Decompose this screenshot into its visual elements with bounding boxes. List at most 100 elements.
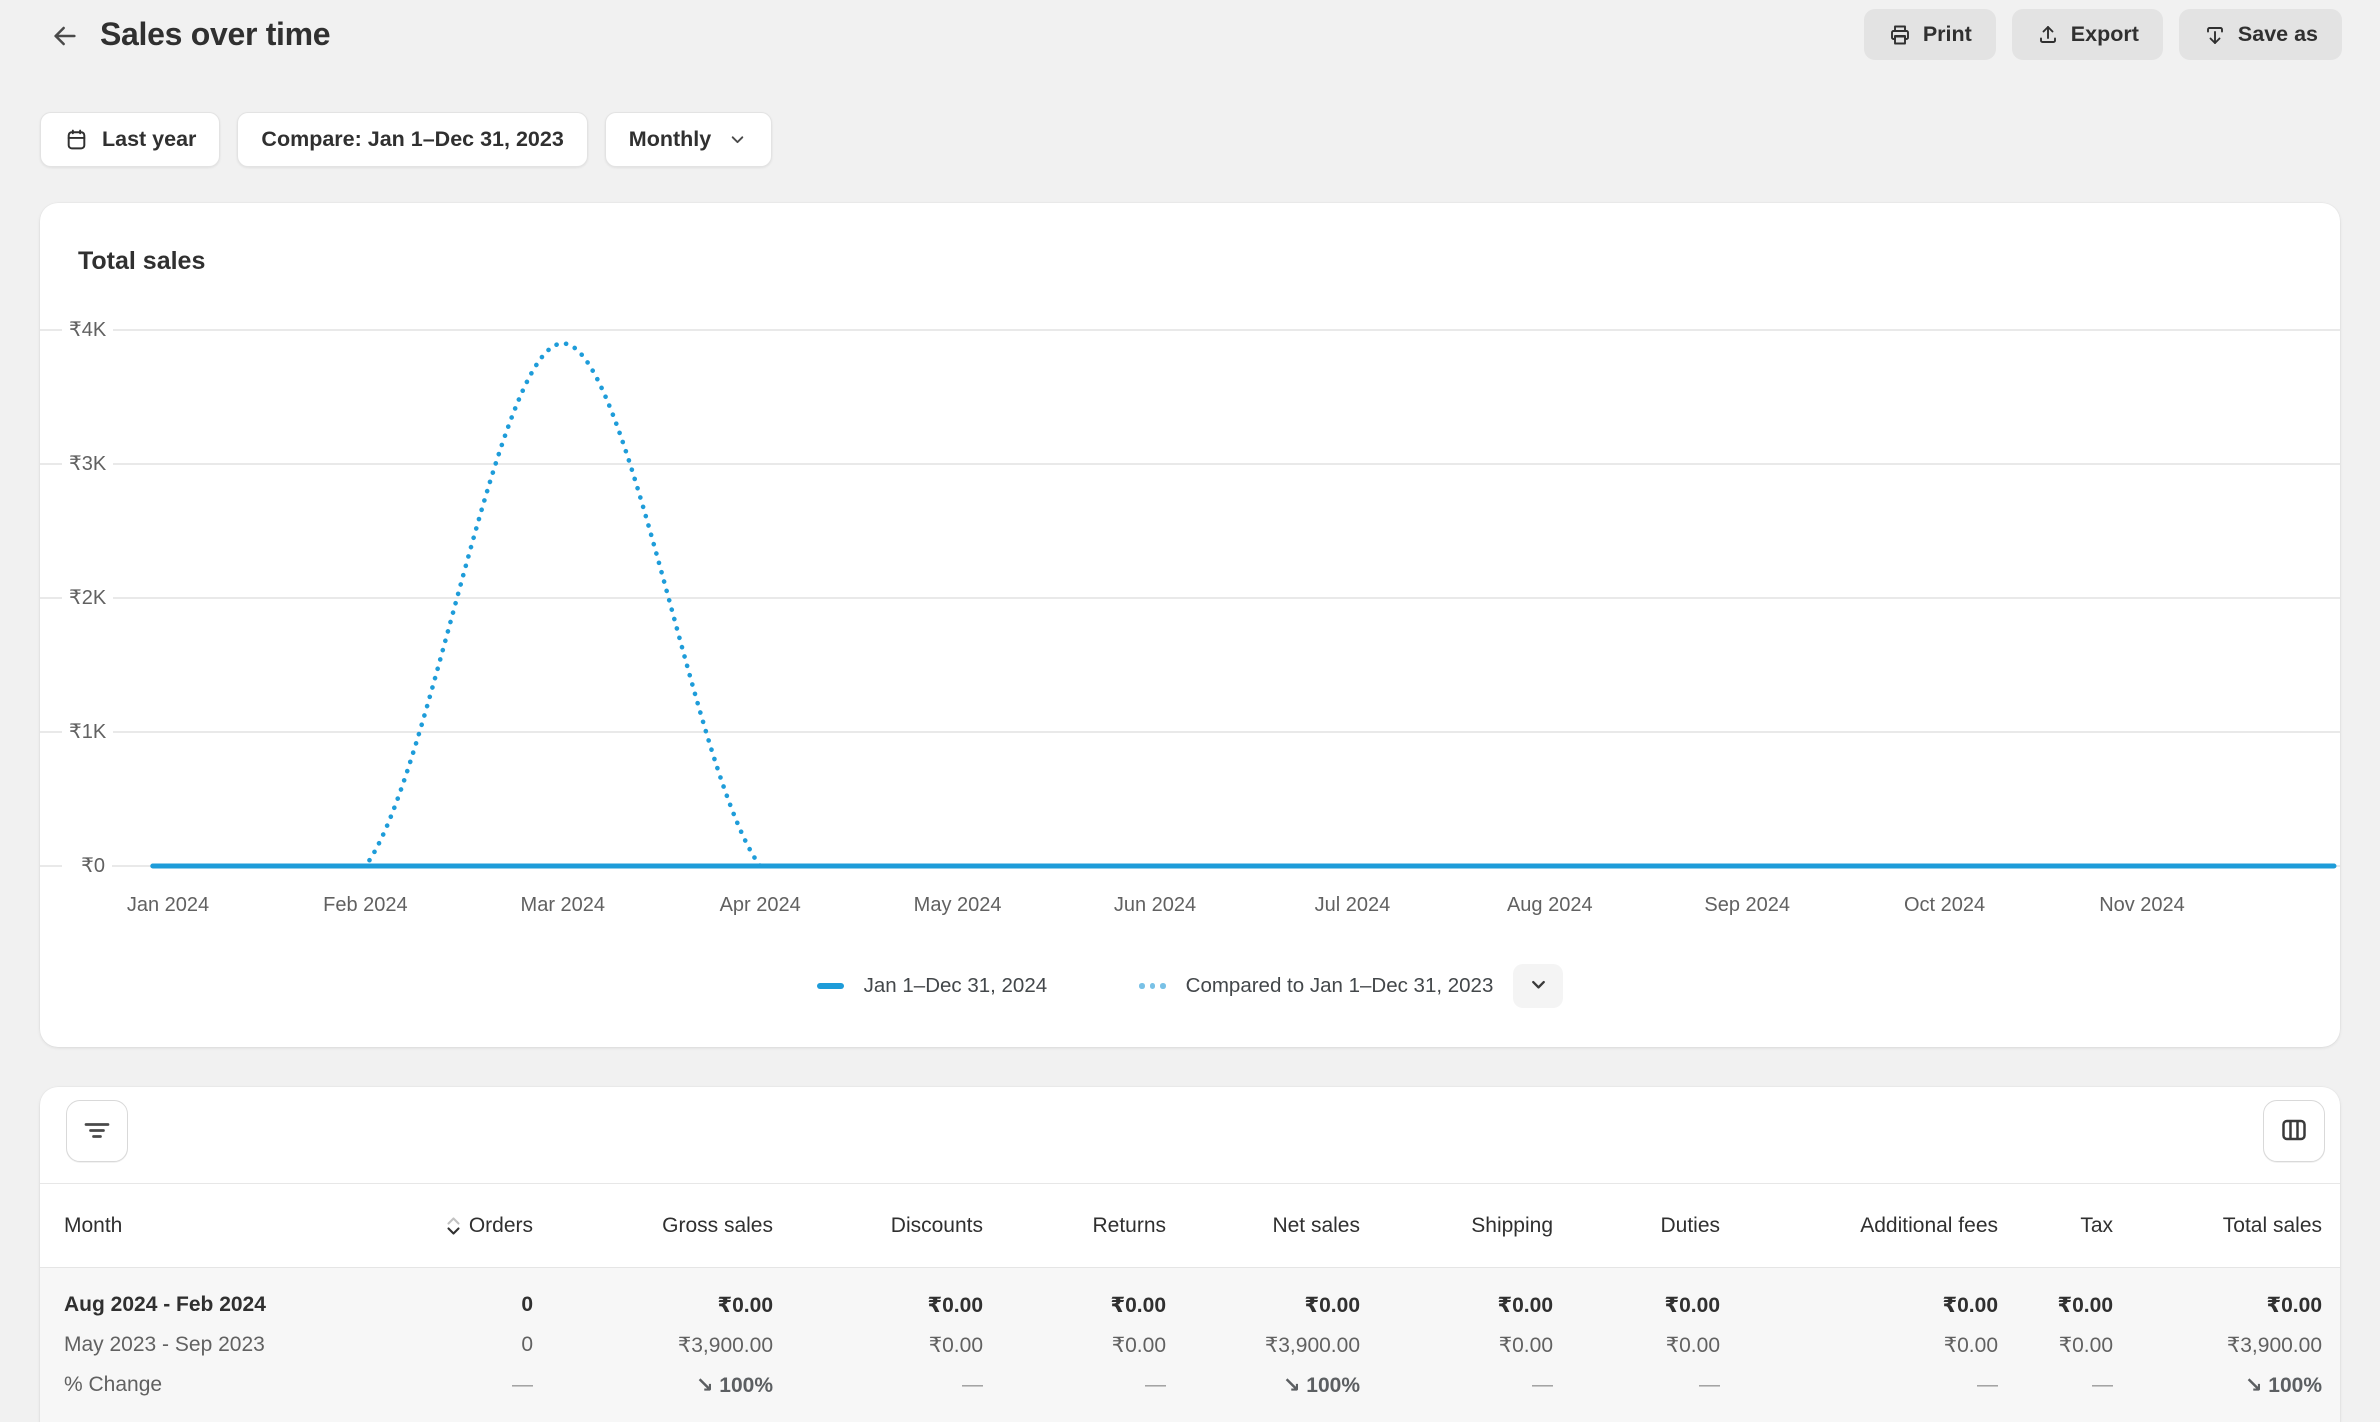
export-icon	[2036, 23, 2060, 47]
value-cell: ₹0.00	[983, 1293, 1166, 1318]
row-label-cell: May 2023 - Sep 2023	[40, 1333, 400, 1357]
column-header-tax[interactable]: Tax	[1998, 1214, 2113, 1238]
sales-breakdown-table-card: Month Orders Gross sales Discounts Returns Ne…	[40, 1087, 2340, 1422]
save-as-button-label: Save as	[2238, 22, 2318, 47]
value-cell: ₹0.00	[773, 1293, 983, 1318]
print-button-label: Print	[1923, 22, 1972, 47]
compare-chip[interactable]: Compare: Jan 1–Dec 31, 2023	[237, 112, 587, 167]
filter-button[interactable]	[66, 1100, 128, 1162]
column-header-returns[interactable]: Returns	[983, 1214, 1166, 1238]
column-header-additional-fees[interactable]: Additional fees	[1720, 1214, 1998, 1238]
column-header-label: Duties	[1660, 1214, 1720, 1238]
value-cell: ₹3,900.00	[1166, 1333, 1360, 1358]
value-cell: —	[1360, 1373, 1553, 1397]
granularity-label: Monthly	[629, 127, 711, 152]
column-header-gross-sales[interactable]: Gross sales	[533, 1214, 773, 1238]
chart-canvas	[40, 203, 2340, 1047]
value-cell: —	[1720, 1373, 1998, 1397]
column-header-label: Month	[64, 1214, 122, 1238]
column-header-label: Orders	[469, 1214, 533, 1238]
column-header-label: Returns	[1092, 1214, 1166, 1238]
value-cell: ↘ 100%	[2113, 1373, 2322, 1398]
legend-item-current: Jan 1–Dec 31, 2024	[817, 974, 1048, 998]
value-cell: ₹0.00	[1166, 1293, 1360, 1318]
filter-bar: Last year Compare: Jan 1–Dec 31, 2023 Mo…	[40, 112, 772, 167]
column-header-duties[interactable]: Duties	[1553, 1214, 1720, 1238]
value-cell: ₹0.00	[1998, 1293, 2113, 1318]
comparison-period-line	[153, 343, 2334, 866]
table-row-aug-2024-feb-2024: Aug 2024 - Feb 20240₹0.00₹0.00₹0.00₹0.00…	[40, 1285, 2340, 1325]
value-cell: 0	[400, 1333, 533, 1357]
sales-over-time-report: Sales over time Print Export Save as	[0, 0, 2380, 1422]
value-cell: ₹0.00	[1720, 1333, 1998, 1358]
row-label-cell: Aug 2024 - Feb 2024	[40, 1293, 400, 1317]
arrow-left-icon	[49, 20, 81, 55]
column-header-orders[interactable]: Orders	[400, 1214, 533, 1238]
column-header-label: Additional fees	[1860, 1214, 1998, 1238]
value-cell: ₹0.00	[1720, 1293, 1998, 1318]
total-sales-chart-card: Total sales ₹4K₹3K₹2K₹1K₹0Jan 2024Feb 20…	[40, 203, 2340, 1047]
value-cell: ↘ 100%	[1166, 1373, 1360, 1398]
column-header-label: Gross sales	[662, 1214, 773, 1238]
column-header-label: Shipping	[1471, 1214, 1553, 1238]
value-cell: ↘ 100%	[533, 1373, 773, 1398]
legend-compare-label: Compared to Jan 1–Dec 31, 2023	[1186, 974, 1494, 998]
column-header-net-sales[interactable]: Net sales	[1166, 1214, 1360, 1238]
chevron-down-icon	[1527, 973, 1550, 999]
table-header-row: Month Orders Gross sales Discounts Returns Ne…	[40, 1184, 2340, 1268]
value-cell: ₹0.00	[1998, 1333, 2113, 1358]
value-cell: ₹0.00	[983, 1333, 1166, 1358]
edit-columns-button[interactable]	[2263, 1100, 2325, 1162]
export-button[interactable]: Export	[2012, 9, 2163, 60]
value-cell: —	[1998, 1373, 2113, 1397]
value-cell: ₹0.00	[1360, 1333, 1553, 1358]
dotted-line-swatch	[1139, 983, 1166, 989]
save-as-icon	[2203, 23, 2227, 47]
value-cell: —	[983, 1373, 1166, 1397]
value-cell: ₹0.00	[773, 1333, 983, 1358]
column-header-label: Net sales	[1272, 1214, 1360, 1238]
page-title: Sales over time	[100, 16, 330, 53]
date-range-chip[interactable]: Last year	[40, 112, 220, 167]
save-as-button[interactable]: Save as	[2179, 9, 2342, 60]
calendar-icon	[64, 127, 89, 152]
granularity-chip[interactable]: Monthly	[605, 112, 772, 167]
table-row-may-2023-sep-2023: May 2023 - Sep 20230₹3,900.00₹0.00₹0.00₹…	[40, 1325, 2340, 1365]
column-header-discounts[interactable]: Discounts	[773, 1214, 983, 1238]
legend-dropdown-button[interactable]	[1513, 964, 1563, 1008]
columns-icon	[2279, 1115, 2309, 1148]
value-cell: —	[1553, 1373, 1720, 1397]
legend-current-label: Jan 1–Dec 31, 2024	[864, 974, 1048, 998]
value-cell: ₹3,900.00	[2113, 1333, 2322, 1358]
chart-legend: Jan 1–Dec 31, 2024 Compared to Jan 1–Dec…	[40, 964, 2340, 1008]
value-cell: ₹0.00	[1553, 1293, 1720, 1318]
column-header-label: Total sales	[2223, 1214, 2322, 1238]
value-cell: ₹0.00	[533, 1293, 773, 1318]
back-button[interactable]	[42, 14, 88, 60]
value-cell: ₹0.00	[1553, 1333, 1720, 1358]
column-header-label: Tax	[2080, 1214, 2113, 1238]
row-label-cell: % Change	[40, 1373, 400, 1397]
filter-icon	[82, 1115, 112, 1148]
table-toolbar	[40, 1087, 2340, 1184]
column-header-shipping[interactable]: Shipping	[1360, 1214, 1553, 1238]
header-actions: Print Export Save as	[1864, 9, 2342, 60]
value-cell: 0	[400, 1293, 533, 1317]
export-button-label: Export	[2071, 22, 2139, 47]
value-cell: ₹0.00	[1360, 1293, 1553, 1318]
value-cell: —	[773, 1373, 983, 1397]
printer-icon	[1888, 23, 1912, 47]
value-cell: —	[400, 1373, 533, 1397]
value-cell: ₹0.00	[2113, 1293, 2322, 1318]
chevron-down-icon	[727, 129, 748, 150]
table-row-change: % Change—↘ 100%——↘ 100%————↘ 100%	[40, 1365, 2340, 1405]
column-header-total-sales[interactable]: Total sales	[2113, 1214, 2322, 1238]
value-cell: ₹3,900.00	[533, 1333, 773, 1358]
solid-line-swatch	[817, 983, 844, 989]
column-header-month[interactable]: Month	[40, 1214, 400, 1238]
print-button[interactable]: Print	[1864, 9, 1996, 60]
sort-icon	[446, 1217, 461, 1235]
date-range-label: Last year	[102, 127, 196, 152]
legend-item-compare: Compared to Jan 1–Dec 31, 2023	[1139, 974, 1493, 998]
column-header-label: Discounts	[891, 1214, 983, 1238]
